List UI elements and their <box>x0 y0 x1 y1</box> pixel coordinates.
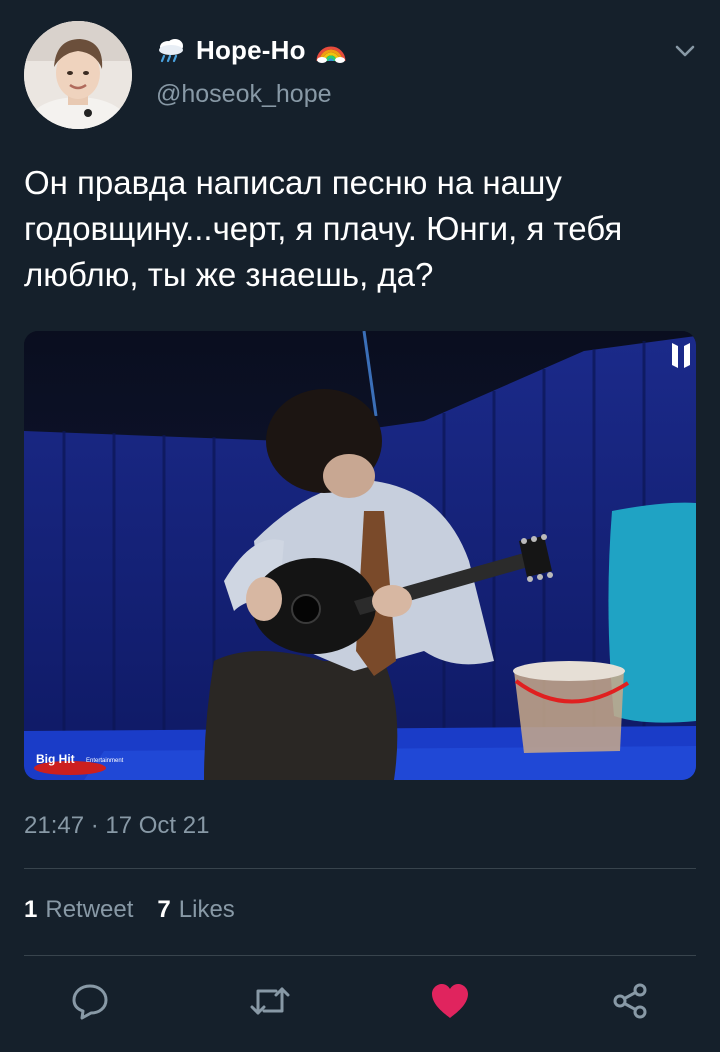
tweet-media-image[interactable]: Big Hit Entertainment <box>24 331 696 780</box>
heart-icon <box>432 984 468 1018</box>
reply-bubble-icon <box>72 984 108 1020</box>
tweet-timestamp[interactable]: 21:47 · 17 Oct 21 <box>24 812 209 840</box>
avatar-photo <box>24 21 132 129</box>
share-icon <box>613 983 647 1019</box>
chevron-down-icon <box>675 45 695 57</box>
author-display-name[interactable]: Hope-Ho <box>196 35 306 66</box>
tweet-action-bar <box>0 975 720 1027</box>
rainbow-emoji-icon <box>316 46 346 63</box>
cloud-rain-snow-emoji-icon <box>159 39 183 63</box>
author-name-row[interactable]: Hope-Ho <box>156 33 346 67</box>
more-options-button[interactable] <box>672 38 698 64</box>
likes-label: Likes <box>178 896 235 923</box>
retweets-stat[interactable]: 1 Retweet <box>24 896 133 924</box>
retweet-icon <box>250 987 290 1015</box>
retweet-button[interactable] <box>244 975 296 1027</box>
reply-button[interactable] <box>64 975 116 1027</box>
avatar[interactable] <box>24 21 132 129</box>
like-button[interactable] <box>424 975 476 1027</box>
tweet-text: Он правда написал песню на нашу годовщин… <box>24 164 623 293</box>
share-button[interactable] <box>604 975 656 1027</box>
svg-text:Entertainment: Entertainment <box>86 758 124 764</box>
author-handle[interactable]: @hoseok_hope <box>156 80 332 109</box>
likes-stat[interactable]: 7 Likes <box>157 896 234 924</box>
tweet-stats: 1 Retweet 7 Likes <box>24 896 235 924</box>
retweets-label: Retweet <box>45 896 134 923</box>
divider <box>24 955 696 956</box>
guitar-photo: Big Hit Entertainment <box>24 331 696 780</box>
retweets-count: 1 <box>24 896 38 923</box>
divider <box>24 868 696 869</box>
tweet-detail: Hope-Ho @hoseok_hope Он правда написал п… <box>0 0 720 1052</box>
likes-count: 7 <box>157 896 171 923</box>
svg-text:Big Hit: Big Hit <box>36 752 75 766</box>
